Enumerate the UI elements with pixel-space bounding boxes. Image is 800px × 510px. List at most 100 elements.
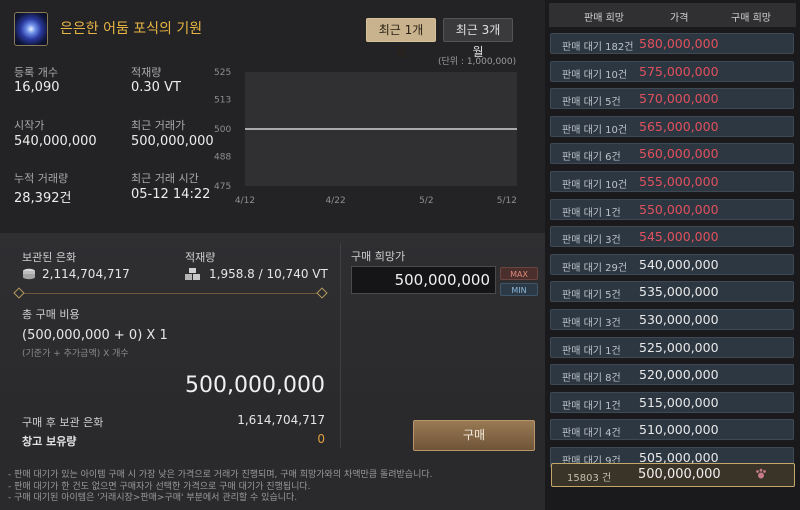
panel-divider <box>340 243 341 448</box>
row-quantity: 판매 대기 10건 <box>562 124 628 136</box>
after-purchase-label: 구매 후 보관 은화 <box>22 416 104 429</box>
header-sell: 판매 희망 <box>584 13 624 24</box>
row-price: 535,000,000 <box>639 284 719 300</box>
ornament-left-diamond <box>13 287 25 299</box>
notes-section: - 판매 대기가 있는 아이템 구매 시 가장 낮은 가격으로 거래가 진행되며… <box>8 470 543 505</box>
bear-paw-icon <box>756 468 766 479</box>
row-quantity: 판매 대기 3건 <box>562 318 621 329</box>
recent-time-label: 최근 거래 시간 <box>131 172 199 185</box>
y-tick-label: 475 <box>214 182 231 192</box>
note-line: - 판매 대기가 한 건도 없으면 구매자가 선택한 가격으로 구매 대기가 진… <box>8 481 311 492</box>
period-3-month-button[interactable]: 최근 3개월 <box>443 18 513 59</box>
orderbook-panel: 판매 희망 가격 구매 희망 판매 대기 182건 580,000,000 판매 대… <box>545 0 800 510</box>
row-quantity: 판매 대기 10건 <box>562 180 628 191</box>
orderbook-row[interactable]: 판매 대기 4건 510,000,000 <box>550 419 794 441</box>
orderbook-row[interactable]: 판매 대기 6건 560,000,000 <box>550 143 794 165</box>
row-quantity: 판매 대기 5건 <box>562 97 621 109</box>
row-quantity: 판매 대기 6건 <box>562 152 621 164</box>
header-price: 가격 <box>670 13 689 24</box>
row-quantity: 판매 대기 1건 <box>562 345 621 357</box>
row-price: 520,000,000 <box>639 367 719 383</box>
orderbook-row[interactable]: 판매 대기 1건 525,000,000 <box>550 336 794 358</box>
x-tick-label: 5/12 <box>497 196 517 206</box>
weight-value: 1,958.8 / 10,740 VT <box>209 267 328 281</box>
x-tick-label: 4/12 <box>235 196 255 206</box>
orderbook-row[interactable]: 판매 대기 10건 575,000,000 <box>550 60 794 82</box>
cargo-boxes-icon <box>185 268 200 280</box>
period-1-month-button[interactable]: 최근 1개월 <box>366 18 436 59</box>
orderbook-row[interactable]: 판매 대기 1건 515,000,000 <box>550 391 794 413</box>
start-price-value: 540,000,000 <box>14 134 97 149</box>
row-quantity: 판매 대기 10건 <box>562 69 628 81</box>
orderbook-header: 판매 희망 가격 구매 희망 <box>549 3 796 27</box>
y-tick-label: 513 <box>214 95 231 105</box>
row-quantity: 판매 대기 4건 <box>562 428 621 440</box>
my-buy-order-row[interactable]: 15803 건 500,000,000 <box>551 463 795 487</box>
row-price: 580,000,000 <box>639 36 719 51</box>
orderbook-row[interactable]: 판매 대기 10건 565,000,000 <box>550 115 794 137</box>
ornament-divider <box>18 293 325 294</box>
row-price: 540,000,000 <box>639 256 719 272</box>
orderbook-row[interactable]: 판매 대기 3건 530,000,000 <box>550 309 794 330</box>
ornament-right-diamond <box>316 287 328 299</box>
warehouse-value: 0 <box>317 432 325 446</box>
purchase-panel: 보관된 은화 2,114,704,717 적재량 1,958.8 / 10,74… <box>0 233 545 458</box>
row-price: 515,000,000 <box>639 394 719 410</box>
row-quantity: 판매 대기 1건 <box>562 207 621 219</box>
recent-time-value: 05-12 14:22 <box>131 187 211 202</box>
row-quantity: 판매 대기 29건 <box>562 262 628 274</box>
orderbook-row[interactable]: 판매 대기 182건 580,000,000 <box>550 33 794 54</box>
row-quantity: 판매 대기 5건 <box>562 290 621 302</box>
recent-price-value: 500,000,000 <box>131 134 214 149</box>
my-order-price: 500,000,000 <box>638 467 721 482</box>
row-price: 550,000,000 <box>639 201 719 217</box>
item-summary-panel: 은은한 어둠 포식의 기원 최근 1개월 최근 3개월 등록 개수 16,090… <box>0 0 545 233</box>
item-name: 은은한 어둠 포식의 기원 <box>60 21 203 37</box>
row-price: 570,000,000 <box>639 91 719 107</box>
price-history-chart: 525 513 500 488 475 4/12 4/22 5/2 5/12 <box>214 68 517 206</box>
orderbook-row[interactable]: 판매 대기 8건 520,000,000 <box>550 364 794 386</box>
row-price: 525,000,000 <box>639 339 719 355</box>
total-trade-label: 누적 거래량 <box>14 172 69 185</box>
x-tick-label: 4/22 <box>326 196 346 206</box>
cost-formula-hint: (기준가 + 추가금액) X 개수 <box>22 349 129 359</box>
stored-silver-label: 보관된 은화 <box>22 251 77 264</box>
orderbook-row[interactable]: 판매 대기 1건 550,000,000 <box>550 198 794 220</box>
reg-count-label: 등록 개수 <box>14 66 58 79</box>
load-value: 0.30 VT <box>131 80 181 95</box>
y-tick-label: 500 <box>214 125 231 135</box>
orderbook-row[interactable]: 판매 대기 3건 545,000,000 <box>550 226 794 248</box>
row-price: 560,000,000 <box>639 146 719 162</box>
row-price: 510,000,000 <box>639 422 719 438</box>
row-price: 565,000,000 <box>639 118 719 134</box>
orderbook-row[interactable]: 판매 대기 10건 555,000,000 <box>550 171 794 192</box>
recent-price-label: 최근 거래가 <box>131 119 186 132</box>
silver-coins-icon <box>23 268 35 280</box>
max-button[interactable]: MAX <box>500 267 538 280</box>
after-purchase-value: 1,614,704,717 <box>237 413 325 427</box>
total-cost-label: 총 구매 비용 <box>22 308 80 321</box>
buy-button[interactable]: 구매 <box>413 420 535 451</box>
total-trade-value: 28,392건 <box>14 191 72 206</box>
row-quantity: 판매 대기 182건 <box>562 42 634 53</box>
row-quantity: 판매 대기 3건 <box>562 235 621 247</box>
min-button[interactable]: MIN <box>500 283 538 296</box>
orderbook-row[interactable]: 판매 대기 29건 540,000,000 <box>550 253 794 275</box>
reg-count-value: 16,090 <box>14 80 60 95</box>
row-price: 575,000,000 <box>639 63 719 79</box>
dark-orb-icon <box>14 12 48 46</box>
stored-silver-value: 2,114,704,717 <box>42 267 130 281</box>
load-label: 적재량 <box>131 66 162 79</box>
y-tick-label: 488 <box>214 152 231 162</box>
y-tick-label: 525 <box>214 68 231 78</box>
start-price-label: 시작가 <box>14 119 45 132</box>
row-price: 555,000,000 <box>639 174 719 189</box>
cost-formula: (500,000,000 + 0) X 1 <box>22 328 168 343</box>
orderbook-row[interactable]: 판매 대기 5건 535,000,000 <box>550 281 794 303</box>
x-tick-label: 5/2 <box>419 196 433 206</box>
note-line: - 구매 대기된 아이템은 '거래시장>판매>구매' 부분에서 관리할 수 있습… <box>8 493 298 503</box>
row-quantity: 판매 대기 1건 <box>562 400 621 412</box>
desired-price-input[interactable]: 500,000,000 <box>351 266 496 294</box>
orderbook-row[interactable]: 판매 대기 5건 570,000,000 <box>550 88 794 110</box>
row-quantity: 판매 대기 8건 <box>562 373 621 385</box>
